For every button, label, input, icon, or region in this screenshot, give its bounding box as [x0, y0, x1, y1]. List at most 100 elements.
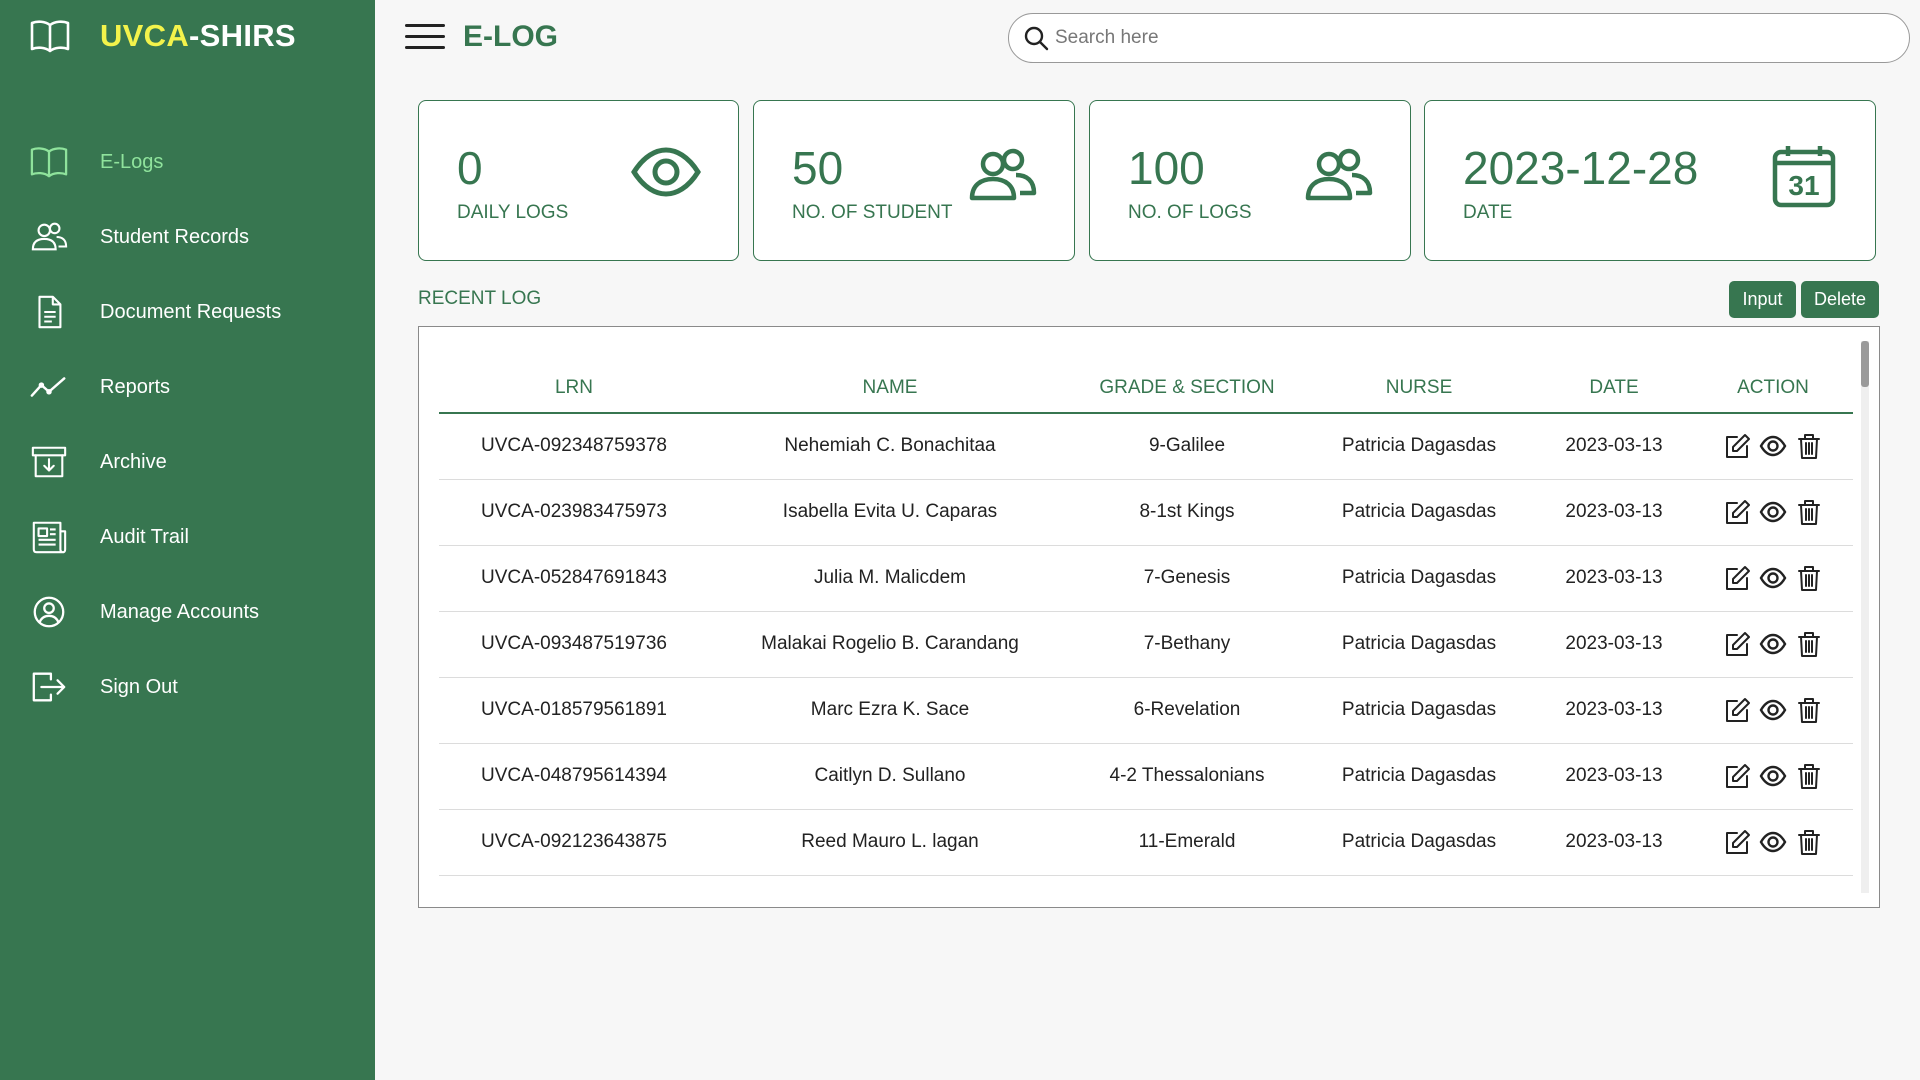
sidebar-item-audit-trail[interactable]: Audit Trail	[30, 515, 360, 559]
cell-grade-section: 4-2 Thessalonians	[1071, 743, 1303, 810]
cell-nurse: Patricia Dagasdas	[1303, 545, 1535, 612]
sidebar-item-e-logs[interactable]: E-Logs	[30, 140, 360, 184]
sidebar-item-reports[interactable]: Reports	[30, 365, 360, 409]
logs-caption: NO. OF LOGS	[1128, 202, 1252, 223]
cell-action	[1693, 545, 1853, 612]
book-icon	[30, 20, 70, 53]
users-icon	[1305, 148, 1373, 201]
sidebar-item-student-records[interactable]: Student Records	[30, 215, 360, 259]
cell-name: Reed Mauro L. lagan	[709, 809, 1071, 876]
daily-logs-value: 0	[457, 142, 483, 194]
cell-lrn: UVCA-093487519736	[439, 611, 709, 678]
daily-logs-caption: DAILY LOGS	[457, 202, 569, 223]
edit-icon[interactable]	[1723, 498, 1751, 526]
edit-icon[interactable]	[1723, 630, 1751, 658]
table-row: UVCA-092348759378 Nehemiah C. Bonachitaa…	[439, 413, 1853, 480]
table-scrollbar[interactable]	[1861, 341, 1869, 893]
sidebar-item-label: Document Requests	[100, 300, 282, 323]
column-header-date: DATE	[1535, 363, 1693, 414]
archive-icon	[31, 446, 67, 478]
cell-grade-section: 8-1st Kings	[1071, 479, 1303, 546]
edit-icon[interactable]	[1723, 564, 1751, 592]
table-row: UVCA-092123643875 Reed Mauro L. lagan 11…	[439, 809, 1853, 876]
cell-name: Marc Ezra K. Sace	[709, 677, 1071, 744]
students-card: 50 NO. OF STUDENT	[753, 100, 1075, 261]
edit-icon[interactable]	[1723, 828, 1751, 856]
cell-date: 2023-03-13	[1535, 479, 1693, 546]
date-card: 2023-12-28 DATE 31	[1424, 100, 1876, 261]
sidebar-item-sign-out[interactable]: Sign Out	[30, 665, 360, 709]
students-caption: NO. OF STUDENT	[792, 202, 953, 223]
book-icon	[30, 147, 68, 178]
brand-name-part2: -SHIRS	[189, 18, 296, 53]
line-chart-icon	[30, 377, 66, 397]
cell-date: 2023-03-13	[1535, 611, 1693, 678]
cell-nurse: Patricia Dagasdas	[1303, 479, 1535, 546]
trash-icon[interactable]	[1795, 498, 1823, 526]
cell-nurse: Patricia Dagasdas	[1303, 611, 1535, 678]
cell-lrn: UVCA-092348759378	[439, 413, 709, 480]
cell-grade-section: 9-Galilee	[1071, 413, 1303, 480]
delete-button[interactable]: Delete	[1801, 281, 1879, 318]
trash-icon[interactable]	[1795, 762, 1823, 790]
column-header-grade-section: GRADE & SECTION	[1071, 363, 1303, 414]
sidebar-item-manage-accounts[interactable]: Manage Accounts	[30, 590, 360, 634]
sidebar-item-label: Manage Accounts	[100, 600, 259, 623]
table-row: UVCA-023983475973 Isabella Evita U. Capa…	[439, 479, 1853, 546]
scrollbar-thumb[interactable]	[1861, 341, 1869, 387]
trash-icon[interactable]	[1795, 564, 1823, 592]
row-actions	[1693, 630, 1853, 658]
column-header-nurse: NURSE	[1303, 363, 1535, 414]
trash-icon[interactable]	[1795, 828, 1823, 856]
cell-nurse: Patricia Dagasdas	[1303, 413, 1535, 480]
cell-lrn: UVCA-023983475973	[439, 479, 709, 546]
newspaper-icon	[32, 521, 67, 554]
hamburger-line	[405, 35, 445, 38]
page-title: E-LOG	[463, 20, 558, 53]
cell-name: Nehemiah C. Bonachitaa	[709, 413, 1071, 480]
table-header-row: LRN NAME GRADE & SECTION NURSE DATE ACTI…	[439, 363, 1853, 414]
row-actions	[1693, 498, 1853, 526]
sidebar-item-label: E-Logs	[100, 150, 164, 173]
edit-icon[interactable]	[1723, 762, 1751, 790]
calendar-day: 31	[1788, 170, 1819, 201]
input-button[interactable]: Input	[1729, 281, 1796, 318]
trash-icon[interactable]	[1795, 630, 1823, 658]
search-bar[interactable]	[1008, 13, 1910, 63]
recent-log-title: RECENT LOG	[418, 288, 542, 309]
edit-icon[interactable]	[1723, 432, 1751, 460]
view-icon[interactable]	[1759, 696, 1787, 724]
brand: UVCA-SHIRS	[30, 16, 296, 56]
sidebar: UVCA-SHIRS E-Logs Student Records Docume…	[0, 0, 375, 1080]
sidebar-item-label: Student Records	[100, 225, 249, 248]
trash-icon[interactable]	[1795, 696, 1823, 724]
date-value: 2023-12-28	[1463, 142, 1699, 194]
daily-logs-card: 0 DAILY LOGS	[418, 100, 739, 261]
cell-lrn: UVCA-052847691843	[439, 545, 709, 612]
column-header-name: NAME	[709, 363, 1071, 414]
sidebar-item-label: Reports	[100, 375, 171, 398]
hamburger-menu-button[interactable]	[405, 24, 445, 52]
recent-log-table-container: LRN NAME GRADE & SECTION NURSE DATE ACTI…	[418, 326, 1880, 908]
calendar-icon: 31	[1772, 146, 1836, 208]
trash-icon[interactable]	[1795, 432, 1823, 460]
sidebar-item-document-requests[interactable]: Document Requests	[30, 290, 360, 334]
sidebar-item-label: Archive	[100, 450, 167, 473]
row-actions	[1693, 564, 1853, 592]
table-row: UVCA-093487519736 Malakai Rogelio B. Car…	[439, 611, 1853, 678]
view-icon[interactable]	[1759, 630, 1787, 658]
view-icon[interactable]	[1759, 498, 1787, 526]
view-icon[interactable]	[1759, 432, 1787, 460]
table-body: UVCA-092348759378 Nehemiah C. Bonachitaa…	[439, 413, 1853, 876]
view-icon[interactable]	[1759, 828, 1787, 856]
brand-name-part1: UVCA	[100, 18, 190, 53]
cell-action	[1693, 743, 1853, 810]
edit-icon[interactable]	[1723, 696, 1751, 724]
cell-nurse: Patricia Dagasdas	[1303, 809, 1535, 876]
search-input[interactable]	[1055, 27, 1875, 49]
cell-name: Julia M. Malicdem	[709, 545, 1071, 612]
view-icon[interactable]	[1759, 762, 1787, 790]
sidebar-item-archive[interactable]: Archive	[30, 440, 360, 484]
view-icon[interactable]	[1759, 564, 1787, 592]
sidebar-item-label: Audit Trail	[100, 525, 189, 548]
